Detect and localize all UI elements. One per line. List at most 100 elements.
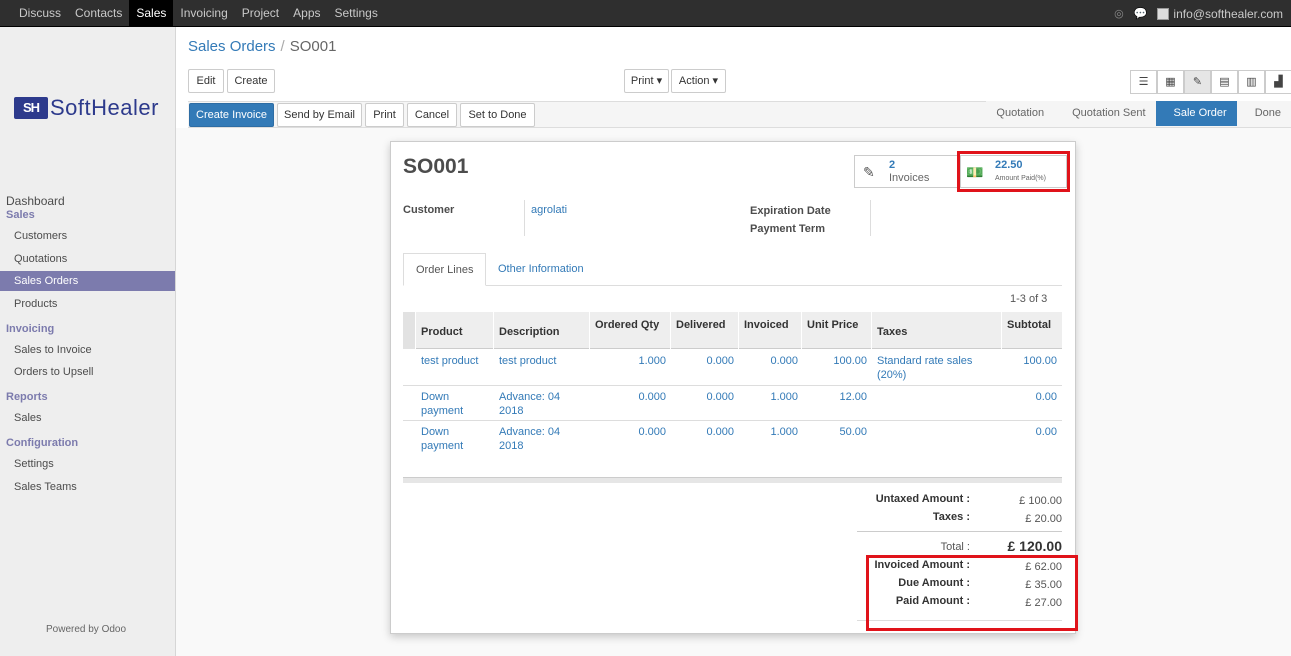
cell-delivered[interactable]: 0.000 xyxy=(671,354,734,368)
menu-sales[interactable]: Sales xyxy=(129,0,174,27)
form-view-icon[interactable]: ✎ xyxy=(1184,70,1211,94)
row-divider xyxy=(403,385,1062,386)
cell-ordered-qty[interactable]: 1.000 xyxy=(590,354,666,368)
sidebar-section-dashboard[interactable]: Dashboard xyxy=(6,194,65,208)
activity-icon[interactable]: ◎ xyxy=(1114,7,1124,20)
invoices-count: 2 xyxy=(889,159,896,171)
untaxed-amount-label: Untaxed Amount : xyxy=(875,493,970,505)
create-button[interactable]: Create xyxy=(227,69,275,93)
print-button[interactable]: Print xyxy=(365,103,404,127)
list-view-icon[interactable]: ☰ xyxy=(1130,70,1157,94)
record-title: SO001 xyxy=(403,155,469,178)
powered-by[interactable]: Powered by Odoo xyxy=(46,624,126,635)
totals-divider xyxy=(857,531,1062,532)
stage-quotation[interactable]: Quotation xyxy=(986,101,1055,126)
table-footer xyxy=(403,477,1062,483)
breadcrumb-current: SO001 xyxy=(289,38,337,55)
col-subtotal[interactable]: Subtotal xyxy=(1007,319,1051,331)
total-label: Total : xyxy=(940,541,970,553)
cell-invoiced[interactable]: 1.000 xyxy=(739,390,798,404)
cell-description[interactable]: Advance: 04 2018 xyxy=(499,390,571,418)
cell-invoiced[interactable]: 1.000 xyxy=(739,425,798,439)
cell-unit-price[interactable]: 50.00 xyxy=(802,425,867,439)
kanban-view-icon[interactable]: ▦ xyxy=(1157,70,1184,94)
tab-order-lines[interactable]: Order Lines xyxy=(403,253,487,286)
cell-subtotal[interactable]: 100.00 xyxy=(1002,354,1057,368)
customer-value[interactable]: agrolati xyxy=(531,204,567,216)
col-description[interactable]: Description xyxy=(499,326,560,338)
col-delivered[interactable]: Delivered xyxy=(676,319,726,331)
pencil-square-icon: ✎ xyxy=(863,164,875,180)
sidebar-item-settings[interactable]: Settings xyxy=(0,454,175,475)
menu-invoicing[interactable]: Invoicing xyxy=(173,0,234,27)
sidebar-item-products[interactable]: Products xyxy=(0,294,175,315)
sidebar-item-reports-sales[interactable]: Sales xyxy=(0,408,175,429)
invoices-label: Invoices xyxy=(889,172,930,184)
stage-quotation-sent[interactable]: Quotation Sent xyxy=(1054,101,1156,126)
col-divider xyxy=(670,312,671,349)
menu-contacts[interactable]: Contacts xyxy=(68,0,129,27)
cell-taxes[interactable]: Standard rate sales (20%) xyxy=(877,354,987,382)
taxes-label: Taxes : xyxy=(932,511,970,523)
action-dropdown[interactable]: Action ▾ xyxy=(671,69,726,93)
col-product[interactable]: Product xyxy=(421,326,463,338)
payment-term-label: Payment Term xyxy=(750,223,825,235)
cell-ordered-qty[interactable]: 0.000 xyxy=(590,390,666,404)
set-to-done-button[interactable]: Set to Done xyxy=(460,103,535,127)
invoices-smart-button[interactable]: ✎ 2 Invoices xyxy=(854,155,958,188)
pivot-view-icon[interactable]: ▥ xyxy=(1238,70,1265,94)
edit-button[interactable]: Edit xyxy=(188,69,224,93)
sidebar-section-configuration: Configuration xyxy=(6,437,79,449)
handle-column xyxy=(403,312,415,349)
cell-subtotal[interactable]: 0.00 xyxy=(1002,425,1057,439)
pager: 1-3 of 3 xyxy=(1010,293,1048,305)
cell-delivered[interactable]: 0.000 xyxy=(671,390,734,404)
graph-view-icon[interactable]: ▟ xyxy=(1265,70,1291,94)
cell-unit-price[interactable]: 12.00 xyxy=(802,390,867,404)
col-ordered-qty[interactable]: Ordered Qty xyxy=(595,319,659,331)
user-menu[interactable]: info@softhealer.com xyxy=(1157,7,1283,21)
chat-icon[interactable]: 💬 xyxy=(1134,7,1148,20)
tab-other-information[interactable]: Other Information xyxy=(486,253,596,286)
sidebar-item-quotations[interactable]: Quotations xyxy=(0,249,175,270)
sidebar-item-sales-teams[interactable]: Sales Teams xyxy=(0,477,175,498)
avatar xyxy=(1157,7,1170,20)
menu-settings[interactable]: Settings xyxy=(328,0,385,27)
create-invoice-button[interactable]: Create Invoice xyxy=(189,103,274,127)
send-by-email-button[interactable]: Send by Email xyxy=(277,103,362,127)
stage-done[interactable]: Done xyxy=(1236,101,1291,126)
highlight-box-amount-paid xyxy=(957,151,1070,192)
menu-apps[interactable]: Apps xyxy=(286,0,327,27)
calendar-view-icon[interactable]: ▤ xyxy=(1211,70,1238,94)
cell-product[interactable]: test product xyxy=(421,354,478,368)
cell-product[interactable]: Down payment xyxy=(421,425,481,453)
sidebar-item-sales-to-invoice[interactable]: Sales to Invoice xyxy=(0,340,175,361)
cell-delivered[interactable]: 0.000 xyxy=(671,425,734,439)
cell-product[interactable]: Down payment xyxy=(421,390,481,418)
systray: ◎ 💬 info@softhealer.com xyxy=(1114,0,1283,27)
cell-unit-price[interactable]: 100.00 xyxy=(802,354,867,368)
cancel-button[interactable]: Cancel xyxy=(407,103,457,127)
stage-sale-order[interactable]: Sale Order xyxy=(1155,101,1237,126)
cell-invoiced[interactable]: 0.000 xyxy=(739,354,798,368)
cell-description[interactable]: test product xyxy=(499,354,556,368)
col-invoiced[interactable]: Invoiced xyxy=(744,319,789,331)
menu-project[interactable]: Project xyxy=(235,0,286,27)
stage-pipeline: Quotation Quotation Sent Sale Order Done xyxy=(986,101,1291,128)
row-divider xyxy=(403,420,1062,421)
breadcrumb-parent[interactable]: Sales Orders xyxy=(188,38,276,55)
company-logo: SH SoftHealer xyxy=(14,95,159,121)
col-unit-price[interactable]: Unit Price xyxy=(807,319,858,331)
sidebar-item-customers[interactable]: Customers xyxy=(0,226,175,247)
col-taxes[interactable]: Taxes xyxy=(877,326,907,338)
cell-subtotal[interactable]: 0.00 xyxy=(1002,390,1057,404)
sidebar-item-sales-orders[interactable]: Sales Orders xyxy=(0,271,175,291)
cell-ordered-qty[interactable]: 0.000 xyxy=(590,425,666,439)
print-dropdown[interactable]: Print ▾ xyxy=(624,69,669,93)
menu-discuss[interactable]: Discuss xyxy=(12,0,68,27)
cell-description[interactable]: Advance: 04 2018 xyxy=(499,425,571,453)
col-divider xyxy=(415,312,416,349)
user-email: info@softhealer.com xyxy=(1173,6,1283,21)
top-navbar: Discuss Contacts Sales Invoicing Project… xyxy=(0,0,1291,27)
sidebar-item-orders-to-upsell[interactable]: Orders to Upsell xyxy=(0,362,175,383)
